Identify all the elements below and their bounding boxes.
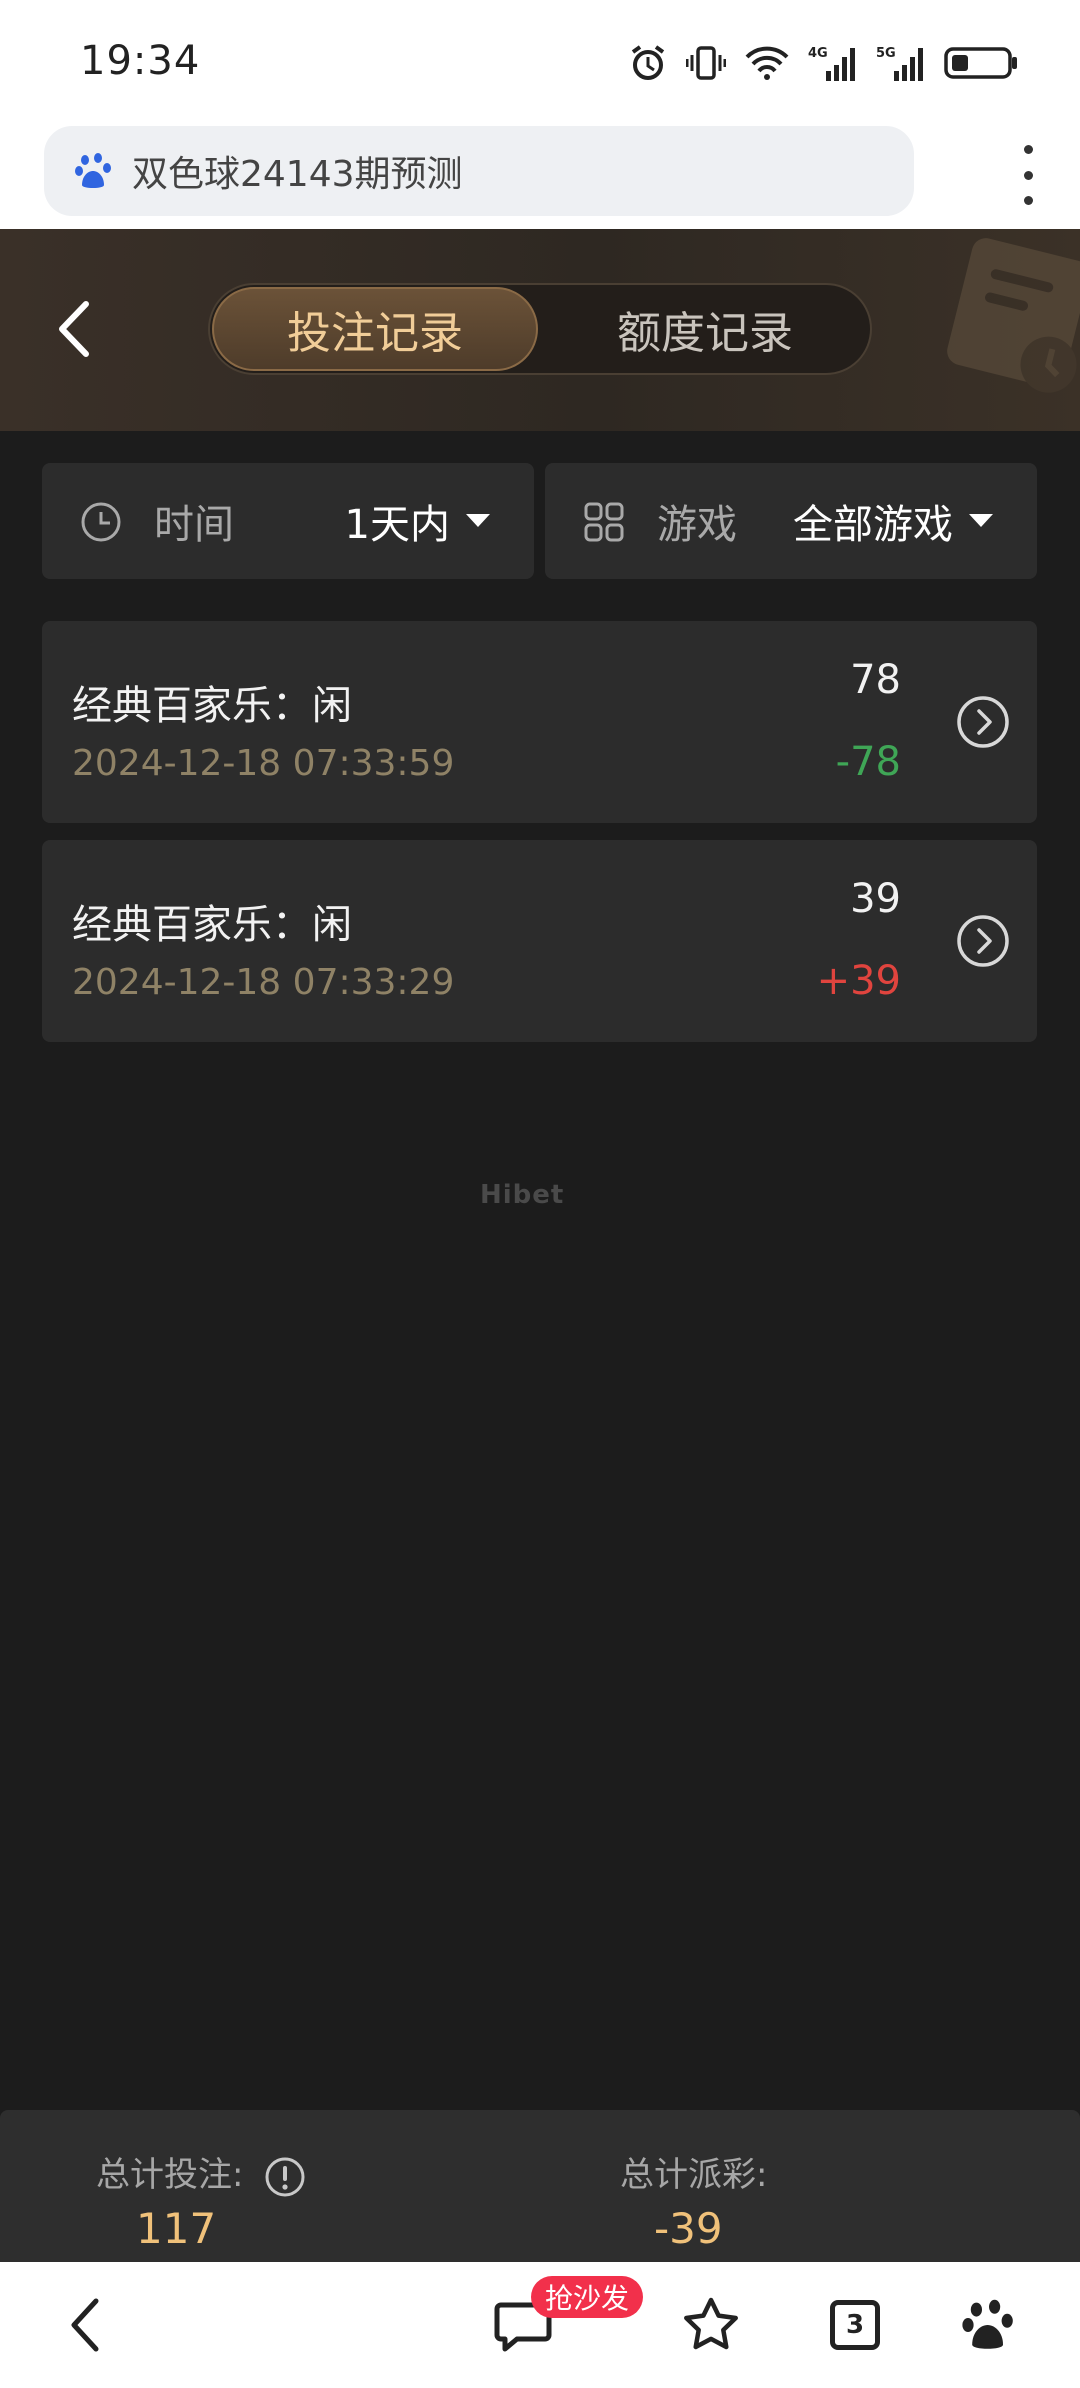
baidu-paw-icon [962, 2299, 1013, 2349]
record-title: 经典百家乐：闲 [72, 683, 352, 729]
game-filter-label: 游戏 [657, 502, 737, 548]
record-payout: +39 [816, 958, 901, 1004]
bet-record-row[interactable]: 经典百家乐：闲 2024-12-18 07:33:59 78 -78 [42, 621, 1037, 823]
baidu-paw-icon [75, 153, 111, 188]
record-time: 2024-12-18 07:33:59 [72, 743, 455, 784]
document-clock-decoration-icon [947, 238, 1080, 393]
grid-icon [584, 502, 624, 542]
star-icon [684, 2297, 738, 2350]
total-bet-value: 117 [136, 2204, 217, 2253]
tab-credit-records[interactable]: 额度记录 [542, 287, 868, 371]
sofa-badge[interactable]: 抢沙发 [531, 2276, 644, 2318]
record-time: 2024-12-18 07:33:29 [72, 962, 455, 1003]
caret-down-icon [969, 514, 993, 527]
favorite-button[interactable] [676, 2290, 746, 2360]
back-arrow-icon [71, 2298, 99, 2352]
time-filter-value: 1天内 [344, 502, 450, 548]
svg-text:4G: 4G [808, 46, 828, 61]
record-bet-amount: 39 [850, 876, 901, 922]
signal-4g-icon: 4G [808, 46, 855, 81]
total-bet-label-text: 总计投注: [96, 2155, 244, 2195]
svg-text:5G: 5G [876, 46, 896, 61]
bet-record-row[interactable]: 经典百家乐：闲 2024-12-18 07:33:29 39 +39 [42, 840, 1037, 1042]
vibrate-icon [686, 46, 726, 80]
record-type-switch: 投注记录 额度记录 [208, 283, 872, 375]
tab-bet-records[interactable]: 投注记录 [212, 287, 538, 371]
tabs-count-icon: 3 [830, 2300, 880, 2350]
baidu-home-button[interactable] [954, 2290, 1024, 2360]
game-filter-value: 全部游戏 [793, 502, 953, 548]
tabs-button[interactable]: 3 [820, 2290, 890, 2360]
chevron-right-circle-icon[interactable] [955, 913, 1011, 969]
browser-back-button[interactable] [52, 2290, 122, 2360]
total-bet-label: 总计投注: [96, 2147, 306, 2198]
total-payout-label: 总计派彩: [620, 2155, 768, 2195]
browser-bottom-nav: 抢沙发 3 [0, 2262, 1080, 2388]
status-icons: 4G 5G [628, 38, 1020, 88]
time-filter-label: 时间 [154, 502, 234, 548]
more-menu-button[interactable] [1016, 145, 1040, 205]
battery-icon [944, 47, 1017, 79]
url-field[interactable]: 双色球24143期预测 [44, 126, 914, 216]
browser-address-bar: 双色球24143期预测 [0, 125, 1080, 229]
signal-5g-icon: 5G [876, 46, 923, 81]
app-header: 投注记录 额度记录 [0, 229, 1080, 431]
alarm-icon [631, 45, 665, 80]
time-filter[interactable]: 时间 1天内 [42, 463, 534, 579]
chevron-right-circle-icon[interactable] [955, 694, 1011, 750]
total-payout-value: -39 [654, 2204, 723, 2253]
clock-icon [81, 502, 121, 542]
wifi-icon [745, 46, 789, 80]
url-title: 双色球24143期预测 [132, 154, 463, 195]
summary-bar: 总计投注: 117 总计派彩: -39 [0, 2110, 1080, 2262]
record-title: 经典百家乐：闲 [72, 902, 352, 948]
info-warning-icon[interactable] [264, 2156, 306, 2198]
back-arrow-icon[interactable] [48, 294, 108, 364]
record-payout: -78 [835, 739, 901, 785]
status-bar: 19:34 4G 5G [0, 0, 1080, 125]
caret-down-icon [466, 514, 490, 527]
watermark-logo: Hibet [480, 1180, 565, 1210]
status-time: 19:34 [80, 38, 201, 84]
game-filter[interactable]: 游戏 全部游戏 [545, 463, 1037, 579]
record-bet-amount: 78 [850, 657, 901, 703]
